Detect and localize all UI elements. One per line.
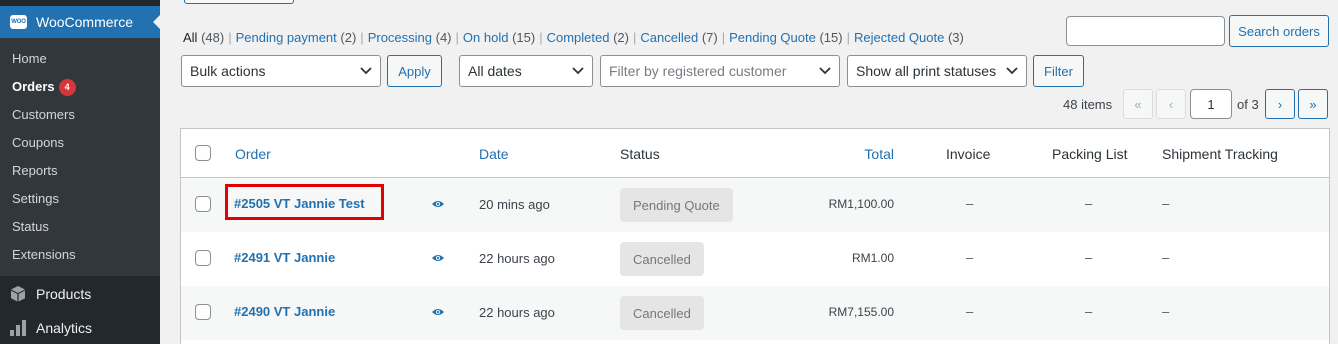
- current-page-input[interactable]: 1: [1190, 89, 1232, 119]
- status-link-all[interactable]: All (48): [183, 30, 224, 45]
- row-checkbox[interactable]: [195, 250, 211, 266]
- submenu-item-orders[interactable]: Orders 4: [12, 79, 76, 96]
- order-total: RM7,155.00: [828, 305, 894, 319]
- column-total[interactable]: Total: [864, 146, 894, 162]
- bulk-actions-select[interactable]: Bulk actions: [181, 55, 381, 87]
- status-link-pending-quote[interactable]: Pending Quote (15): [729, 30, 842, 45]
- apply-button[interactable]: Apply: [387, 55, 442, 87]
- print-status-select[interactable]: Show all print statuses: [847, 55, 1027, 87]
- order-date: 22 hours ago: [479, 305, 555, 320]
- invoice-value: –: [966, 196, 974, 211]
- dates-value: All dates: [468, 63, 522, 79]
- dates-select[interactable]: All dates: [459, 55, 593, 87]
- submenu-item-coupons[interactable]: Coupons: [12, 135, 64, 150]
- submenu-item-home[interactable]: Home: [12, 51, 47, 66]
- total-pages-label: of 3: [1237, 97, 1259, 112]
- last-page-button[interactable]: »: [1298, 89, 1328, 119]
- bulk-actions-value: Bulk actions: [190, 63, 266, 79]
- invoice-value: –: [966, 304, 974, 319]
- status-link-pending-payment[interactable]: Pending payment (2): [236, 30, 357, 45]
- tracking-value: –: [1162, 250, 1170, 265]
- woocommerce-menu[interactable]: WOO WooCommerce: [0, 6, 161, 38]
- tracking-value: –: [1162, 196, 1170, 211]
- chevron-down-icon: [819, 67, 831, 75]
- filter-button[interactable]: Filter: [1033, 55, 1084, 87]
- chevron-down-icon: [572, 67, 584, 75]
- invoice-value: –: [966, 250, 974, 265]
- row-checkbox[interactable]: [195, 196, 211, 212]
- highlight-annotation: [225, 184, 384, 220]
- preview-eye-icon[interactable]: [431, 307, 445, 317]
- orders-table: Order Date Status Total Invoice Packing …: [180, 128, 1330, 344]
- column-packing-list: Packing List: [1052, 146, 1128, 162]
- submenu-item-customers[interactable]: Customers: [12, 107, 75, 122]
- orders-count-badge: 4: [58, 79, 76, 96]
- products-icon: [8, 284, 28, 304]
- status-badge: Cancelled: [620, 242, 704, 276]
- status-link-cancelled[interactable]: Cancelled (7): [640, 30, 717, 45]
- column-invoice: Invoice: [946, 146, 991, 162]
- submenu-item-status[interactable]: Status: [12, 219, 49, 234]
- woocommerce-menu-label: WooCommerce: [36, 14, 133, 30]
- chevron-down-icon: [360, 67, 372, 75]
- preview-eye-icon[interactable]: [431, 253, 445, 263]
- table-row[interactable]: #2491 VT Jannie 22 hours ago Cancelled R…: [181, 232, 1329, 286]
- submenu-item-settings[interactable]: Settings: [12, 191, 59, 206]
- first-page-button[interactable]: «: [1123, 89, 1153, 119]
- next-page-button[interactable]: ›: [1265, 89, 1295, 119]
- search-orders-button[interactable]: Search orders: [1229, 15, 1329, 47]
- chevron-down-icon: [1006, 67, 1018, 75]
- column-status: Status: [620, 146, 660, 162]
- menu-item-analytics[interactable]: Analytics: [0, 311, 160, 344]
- column-shipment-tracking: Shipment Tracking: [1162, 146, 1278, 162]
- woo-logo-icon: WOO: [10, 15, 27, 29]
- column-order[interactable]: Order: [235, 146, 271, 162]
- status-badge: Pending Quote: [620, 188, 733, 222]
- row-checkbox[interactable]: [195, 304, 211, 320]
- table-row[interactable]: #2490 VT Jannie 22 hours ago Cancelled R…: [181, 286, 1329, 340]
- order-date: 22 hours ago: [479, 251, 555, 266]
- packing-list-value: –: [1085, 196, 1093, 211]
- customer-filter-select[interactable]: Filter by registered customer: [600, 55, 840, 87]
- woocommerce-submenu: Home Orders 4 Customers Coupons Reports S…: [0, 38, 160, 276]
- tracking-value: –: [1162, 304, 1170, 319]
- bar-chart-icon: [8, 318, 28, 338]
- table-header: Order Date Status Total Invoice Packing …: [181, 129, 1329, 178]
- status-link-processing[interactable]: Processing (4): [368, 30, 452, 45]
- add-order-button[interactable]: [184, 0, 294, 4]
- order-date: 20 mins ago: [479, 197, 550, 212]
- order-total: RM1.00: [851, 251, 894, 265]
- status-badge: Cancelled: [620, 296, 704, 330]
- select-all-checkbox[interactable]: [195, 145, 211, 161]
- packing-list-value: –: [1085, 304, 1093, 319]
- preview-eye-icon[interactable]: [431, 199, 445, 209]
- column-date[interactable]: Date: [479, 146, 509, 162]
- menu-item-analytics-label: Analytics: [36, 320, 93, 336]
- prev-page-button[interactable]: ‹: [1156, 89, 1186, 119]
- submenu-item-label: Orders: [12, 79, 55, 94]
- print-status-value: Show all print statuses: [856, 63, 997, 79]
- submenu-item-extensions[interactable]: Extensions: [12, 247, 76, 262]
- submenu-item-reports[interactable]: Reports: [12, 163, 58, 178]
- items-count: 48 items: [1063, 97, 1113, 112]
- status-link-completed[interactable]: Completed (2): [547, 30, 629, 45]
- order-link[interactable]: #2491 VT Jannie: [234, 250, 335, 265]
- admin-sidebar: WOO WooCommerce Home Orders 4 Customers C…: [0, 0, 161, 344]
- status-link-on-hold[interactable]: On hold (15): [463, 30, 535, 45]
- menu-item-products-label: Products: [36, 286, 92, 302]
- order-status-filters: All (48) | Pending payment (2) | Processing …: [183, 30, 964, 45]
- packing-list-value: –: [1085, 250, 1093, 265]
- customer-filter-placeholder: Filter by registered customer: [609, 63, 787, 79]
- search-orders-input[interactable]: [1066, 16, 1225, 46]
- status-link-rejected-quote[interactable]: Rejected Quote (3): [854, 30, 964, 45]
- order-link[interactable]: #2490 VT Jannie: [234, 304, 335, 319]
- order-total: RM1,100.00: [828, 197, 894, 211]
- menu-item-products[interactable]: Products: [0, 277, 160, 311]
